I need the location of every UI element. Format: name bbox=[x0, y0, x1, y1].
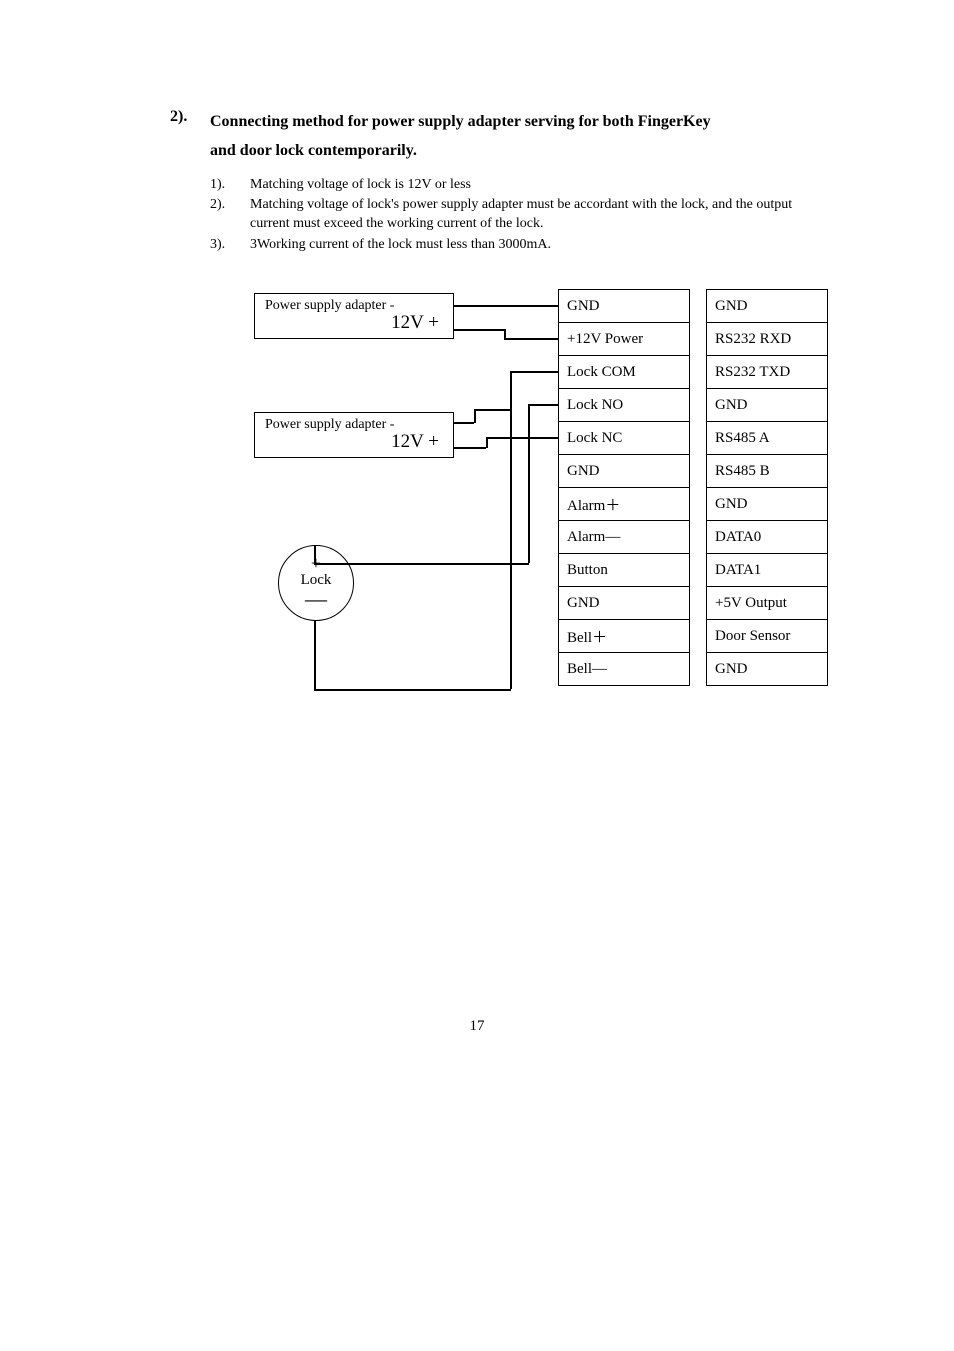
heading-line1: Connecting method for power supply adapt… bbox=[210, 113, 711, 130]
pin-label: GND bbox=[707, 389, 827, 422]
pin-label: GND bbox=[707, 290, 827, 323]
list-item: 1). Matching voltage of lock is 12V or l… bbox=[210, 176, 834, 195]
wire bbox=[528, 404, 530, 563]
psu2-box: Power supply adapter - 12V + bbox=[254, 412, 454, 458]
wire bbox=[454, 447, 486, 449]
pin-label: RS232 TXD bbox=[707, 356, 827, 389]
wire bbox=[454, 329, 504, 331]
wire bbox=[454, 305, 558, 307]
pin-label: RS485 A bbox=[707, 422, 827, 455]
pin-label: Lock NC bbox=[559, 422, 689, 455]
pin-label: Bell＋ bbox=[559, 620, 689, 653]
pin-label: Door Sensor bbox=[707, 620, 827, 653]
pin-label: GND bbox=[559, 290, 689, 323]
pin-label: Alarm＋ bbox=[559, 488, 689, 521]
pin-label: GND bbox=[559, 587, 689, 620]
pin-label: Bell— bbox=[559, 653, 689, 686]
pin-label: DATA1 bbox=[707, 554, 827, 587]
wire bbox=[474, 409, 476, 423]
pin-label: Lock NO bbox=[559, 389, 689, 422]
pin-label: +5V Output bbox=[707, 587, 827, 620]
wire bbox=[454, 422, 474, 424]
page: 2). Connecting method for power supply a… bbox=[0, 0, 954, 1351]
page-number: 17 bbox=[0, 1018, 954, 1035]
wire bbox=[510, 371, 512, 689]
wire bbox=[314, 563, 529, 565]
left-pin-column: GND +12V Power Lock COM Lock NO Lock NC … bbox=[558, 289, 690, 686]
wire bbox=[314, 545, 316, 563]
wire bbox=[486, 437, 488, 448]
pin-label: +12V Power bbox=[559, 323, 689, 356]
list-item-number: 3). bbox=[210, 236, 250, 255]
wire bbox=[314, 621, 316, 689]
pin-label: RS232 RXD bbox=[707, 323, 827, 356]
list-item-text: Matching voltage of lock's power supply … bbox=[250, 196, 834, 234]
lock-minus: — bbox=[279, 589, 353, 609]
wire bbox=[314, 689, 511, 691]
pin-label: DATA0 bbox=[707, 521, 827, 554]
heading-text: Connecting method for power supply adapt… bbox=[210, 108, 711, 166]
list-item-number: 1). bbox=[210, 176, 250, 195]
requirement-list: 1). Matching voltage of lock is 12V or l… bbox=[210, 176, 834, 256]
psu1-box: Power supply adapter - 12V + bbox=[254, 293, 454, 339]
wire bbox=[510, 371, 558, 373]
lock-symbol: + Lock — bbox=[278, 545, 354, 621]
list-item-text: Matching voltage of lock is 12V or less bbox=[250, 176, 834, 195]
psu1-voltage: 12V + bbox=[265, 312, 445, 334]
pin-label: Button bbox=[559, 554, 689, 587]
pin-label: Lock COM bbox=[559, 356, 689, 389]
wire bbox=[474, 409, 510, 411]
wire bbox=[504, 338, 558, 340]
wire bbox=[486, 437, 558, 439]
pin-label: GND bbox=[559, 455, 689, 488]
heading-line2: and door lock contemporarily. bbox=[210, 142, 417, 159]
section-heading: 2). Connecting method for power supply a… bbox=[170, 108, 834, 166]
wiring-diagram: GND +12V Power Lock COM Lock NO Lock NC … bbox=[254, 289, 854, 719]
pin-label: RS485 B bbox=[707, 455, 827, 488]
pin-label: GND bbox=[707, 653, 827, 686]
list-item-number: 2). bbox=[210, 196, 250, 234]
list-item: 2). Matching voltage of lock's power sup… bbox=[210, 196, 834, 234]
list-item: 3). 3Working current of the lock must le… bbox=[210, 236, 834, 255]
right-pin-column: GND RS232 RXD RS232 TXD GND RS485 A RS48… bbox=[706, 289, 828, 686]
list-item-text: 3Working current of the lock must less t… bbox=[250, 236, 834, 255]
pin-label: Alarm— bbox=[559, 521, 689, 554]
psu2-voltage: 12V + bbox=[265, 431, 445, 453]
wire bbox=[528, 404, 558, 406]
heading-number: 2). bbox=[170, 108, 210, 166]
pin-label: GND bbox=[707, 488, 827, 521]
